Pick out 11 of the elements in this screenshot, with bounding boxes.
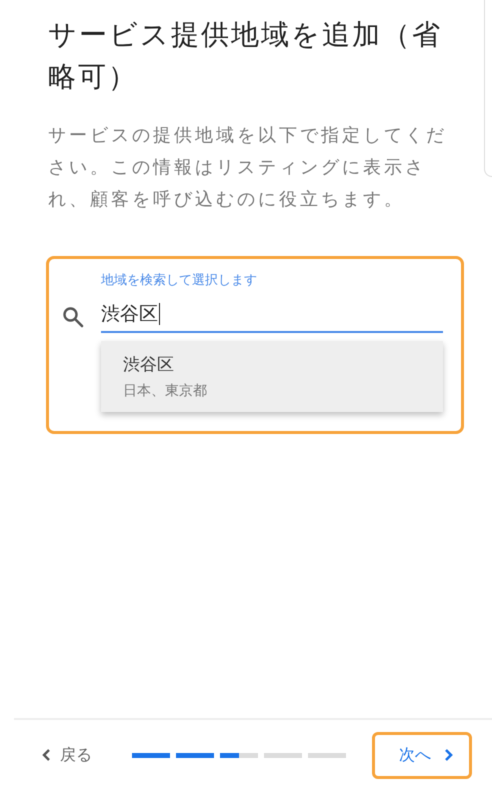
suggestion-name[interactable]: 渋谷区 bbox=[123, 353, 421, 376]
search-icon bbox=[61, 305, 85, 329]
page-title: サービス提供地域を追加（省略可） bbox=[48, 17, 443, 95]
suggestion-detail: 日本、東京都 bbox=[123, 382, 208, 400]
field-label: 地域を検索して選択します bbox=[101, 272, 258, 289]
back-button[interactable]: 戻る bbox=[36, 740, 96, 770]
search-field[interactable]: 渋谷区 bbox=[101, 297, 443, 333]
chevron-left-icon bbox=[40, 747, 52, 763]
next-button[interactable]: 次へ bbox=[372, 732, 472, 778]
chevron-right-icon bbox=[443, 747, 455, 763]
description-text: サービスの提供地域を以下で指定してください。この情報はリスティングに表示され、顧客を呼び込むのに役立ちます。 bbox=[48, 124, 448, 212]
